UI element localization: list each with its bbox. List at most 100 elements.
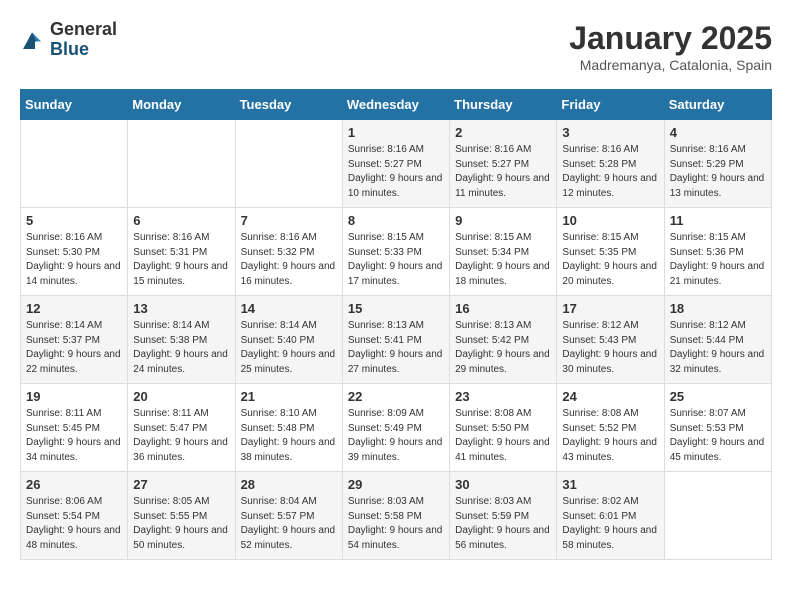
calendar-cell: 17Sunrise: 8:12 AMSunset: 5:43 PMDayligh… xyxy=(557,296,664,384)
day-info: Sunrise: 8:12 AMSunset: 5:44 PMDaylight:… xyxy=(670,319,766,377)
calendar-week-row: 26Sunrise: 8:06 AMSunset: 5:54 PMDayligh… xyxy=(21,472,772,560)
day-number: 15 xyxy=(348,301,444,316)
logo-general-text: General xyxy=(50,20,117,40)
day-number: 24 xyxy=(562,389,658,404)
calendar-cell: 4 Sunrise: 8:16 AMSunset: 5:29 PMDaylight… xyxy=(664,120,771,208)
calendar-cell: 11 Sunrise: 8:15 AMSunset: 5:36 PMDayligh… xyxy=(664,208,771,296)
day-number: 17 xyxy=(562,301,658,316)
day-info: Sunrise: 8:16 AMSunset: 5:29 PMDaylight:… xyxy=(670,143,766,201)
day-info: Sunrise: 8:14 AMSunset: 5:37 PMDaylight:… xyxy=(26,319,122,377)
day-info: Sunrise: 8:16 AMSunset: 5:31 PMDaylight:… xyxy=(133,231,229,289)
calendar-cell: 19 Sunrise: 8:11 AMSunset: 5:45 PMDayligh… xyxy=(21,384,128,472)
day-info: Sunrise: 8:15 AMSunset: 5:36 PMDaylight:… xyxy=(670,231,766,289)
day-number: 4 xyxy=(670,125,766,140)
day-info: Sunrise: 8:08 AMSunset: 5:52 PMDaylight:… xyxy=(562,407,658,465)
day-info: Sunrise: 8:15 AMSunset: 5:33 PMDaylight:… xyxy=(348,231,444,289)
calendar-cell: 21Sunrise: 8:10 AMSunset: 5:48 PMDayligh… xyxy=(235,384,342,472)
calendar-cell: 12 Sunrise: 8:14 AMSunset: 5:37 PMDayligh… xyxy=(21,296,128,384)
day-number: 23 xyxy=(455,389,551,404)
day-info: Sunrise: 8:10 AMSunset: 5:48 PMDaylight:… xyxy=(241,407,337,465)
calendar-cell: 25Sunrise: 8:07 AMSunset: 5:53 PMDayligh… xyxy=(664,384,771,472)
day-number: 11 xyxy=(670,213,766,228)
calendar-cell: 22Sunrise: 8:09 AMSunset: 5:49 PMDayligh… xyxy=(342,384,449,472)
weekday-header-tuesday: Tuesday xyxy=(235,90,342,120)
calendar-cell xyxy=(664,472,771,560)
day-info: Sunrise: 8:03 AMSunset: 5:59 PMDaylight:… xyxy=(455,495,551,553)
day-number: 14 xyxy=(241,301,337,316)
calendar-cell: 8 Sunrise: 8:15 AMSunset: 5:33 PMDaylight… xyxy=(342,208,449,296)
calendar-cell: 16 Sunrise: 8:13 AMSunset: 5:42 PMDayligh… xyxy=(450,296,557,384)
day-number: 6 xyxy=(133,213,229,228)
calendar-cell: 18 Sunrise: 8:12 AMSunset: 5:44 PMDayligh… xyxy=(664,296,771,384)
day-number: 3 xyxy=(562,125,658,140)
day-number: 7 xyxy=(241,213,337,228)
day-info: Sunrise: 8:13 AMSunset: 5:41 PMDaylight:… xyxy=(348,319,444,377)
day-info: Sunrise: 8:04 AMSunset: 5:57 PMDaylight:… xyxy=(241,495,337,553)
page-header: General Blue January 2025 Madremanya, Ca… xyxy=(20,20,772,73)
calendar-week-row: 19 Sunrise: 8:11 AMSunset: 5:45 PMDayligh… xyxy=(21,384,772,472)
logo-icon xyxy=(20,28,44,52)
weekday-header-friday: Friday xyxy=(557,90,664,120)
calendar-cell: 6 Sunrise: 8:16 AMSunset: 5:31 PMDaylight… xyxy=(128,208,235,296)
calendar-cell: 14 Sunrise: 8:14 AMSunset: 5:40 PMDayligh… xyxy=(235,296,342,384)
day-info: Sunrise: 8:15 AMSunset: 5:34 PMDaylight:… xyxy=(455,231,551,289)
calendar-cell xyxy=(128,120,235,208)
day-number: 28 xyxy=(241,477,337,492)
weekday-header-monday: Monday xyxy=(128,90,235,120)
calendar-week-row: 12 Sunrise: 8:14 AMSunset: 5:37 PMDayligh… xyxy=(21,296,772,384)
day-number: 10 xyxy=(562,213,658,228)
calendar-week-row: 1 Sunrise: 8:16 AMSunset: 5:27 PMDaylight… xyxy=(21,120,772,208)
day-info: Sunrise: 8:11 AMSunset: 5:47 PMDaylight:… xyxy=(133,407,229,465)
calendar-cell xyxy=(235,120,342,208)
day-info: Sunrise: 8:03 AMSunset: 5:58 PMDaylight:… xyxy=(348,495,444,553)
calendar-cell: 7 Sunrise: 8:16 AMSunset: 5:32 PMDaylight… xyxy=(235,208,342,296)
day-info: Sunrise: 8:13 AMSunset: 5:42 PMDaylight:… xyxy=(455,319,551,377)
day-number: 8 xyxy=(348,213,444,228)
day-info: Sunrise: 8:07 AMSunset: 5:53 PMDaylight:… xyxy=(670,407,766,465)
day-number: 18 xyxy=(670,301,766,316)
calendar-cell: 24 Sunrise: 8:08 AMSunset: 5:52 PMDayligh… xyxy=(557,384,664,472)
weekday-header-wednesday: Wednesday xyxy=(342,90,449,120)
day-number: 16 xyxy=(455,301,551,316)
day-number: 29 xyxy=(348,477,444,492)
day-number: 13 xyxy=(133,301,229,316)
day-number: 1 xyxy=(348,125,444,140)
day-number: 30 xyxy=(455,477,551,492)
calendar-cell: 9 Sunrise: 8:15 AMSunset: 5:34 PMDaylight… xyxy=(450,208,557,296)
day-info: Sunrise: 8:05 AMSunset: 5:55 PMDaylight:… xyxy=(133,495,229,553)
day-info: Sunrise: 8:14 AMSunset: 5:40 PMDaylight:… xyxy=(241,319,337,377)
calendar-week-row: 5 Sunrise: 8:16 AMSunset: 5:30 PMDaylight… xyxy=(21,208,772,296)
day-number: 2 xyxy=(455,125,551,140)
calendar-cell: 29 Sunrise: 8:03 AMSunset: 5:58 PMDayligh… xyxy=(342,472,449,560)
day-info: Sunrise: 8:15 AMSunset: 5:35 PMDaylight:… xyxy=(562,231,658,289)
day-info: Sunrise: 8:14 AMSunset: 5:38 PMDaylight:… xyxy=(133,319,229,377)
day-number: 5 xyxy=(26,213,122,228)
weekday-header-thursday: Thursday xyxy=(450,90,557,120)
calendar-cell xyxy=(21,120,128,208)
calendar-cell: 30 Sunrise: 8:03 AMSunset: 5:59 PMDayligh… xyxy=(450,472,557,560)
calendar-cell: 31Sunrise: 8:02 AMSunset: 6:01 PMDayligh… xyxy=(557,472,664,560)
day-number: 26 xyxy=(26,477,122,492)
day-info: Sunrise: 8:08 AMSunset: 5:50 PMDaylight:… xyxy=(455,407,551,465)
month-title: January 2025 xyxy=(569,20,772,57)
day-number: 12 xyxy=(26,301,122,316)
day-info: Sunrise: 8:11 AMSunset: 5:45 PMDaylight:… xyxy=(26,407,122,465)
calendar-cell: 26Sunrise: 8:06 AMSunset: 5:54 PMDayligh… xyxy=(21,472,128,560)
calendar-cell: 5 Sunrise: 8:16 AMSunset: 5:30 PMDaylight… xyxy=(21,208,128,296)
day-number: 9 xyxy=(455,213,551,228)
day-info: Sunrise: 8:16 AMSunset: 5:27 PMDaylight:… xyxy=(348,143,444,201)
calendar-cell: 28 Sunrise: 8:04 AMSunset: 5:57 PMDayligh… xyxy=(235,472,342,560)
day-number: 19 xyxy=(26,389,122,404)
day-info: Sunrise: 8:02 AMSunset: 6:01 PMDaylight:… xyxy=(562,495,658,553)
day-number: 22 xyxy=(348,389,444,404)
calendar-cell: 10 Sunrise: 8:15 AMSunset: 5:35 PMDayligh… xyxy=(557,208,664,296)
day-info: Sunrise: 8:16 AMSunset: 5:32 PMDaylight:… xyxy=(241,231,337,289)
calendar-cell: 2Sunrise: 8:16 AMSunset: 5:27 PMDaylight… xyxy=(450,120,557,208)
calendar-cell: 15 Sunrise: 8:13 AMSunset: 5:41 PMDayligh… xyxy=(342,296,449,384)
weekday-header-saturday: Saturday xyxy=(664,90,771,120)
day-info: Sunrise: 8:16 AMSunset: 5:28 PMDaylight:… xyxy=(562,143,658,201)
day-number: 27 xyxy=(133,477,229,492)
day-info: Sunrise: 8:16 AMSunset: 5:30 PMDaylight:… xyxy=(26,231,122,289)
calendar-cell: 3 Sunrise: 8:16 AMSunset: 5:28 PMDaylight… xyxy=(557,120,664,208)
logo: General Blue xyxy=(20,20,117,60)
